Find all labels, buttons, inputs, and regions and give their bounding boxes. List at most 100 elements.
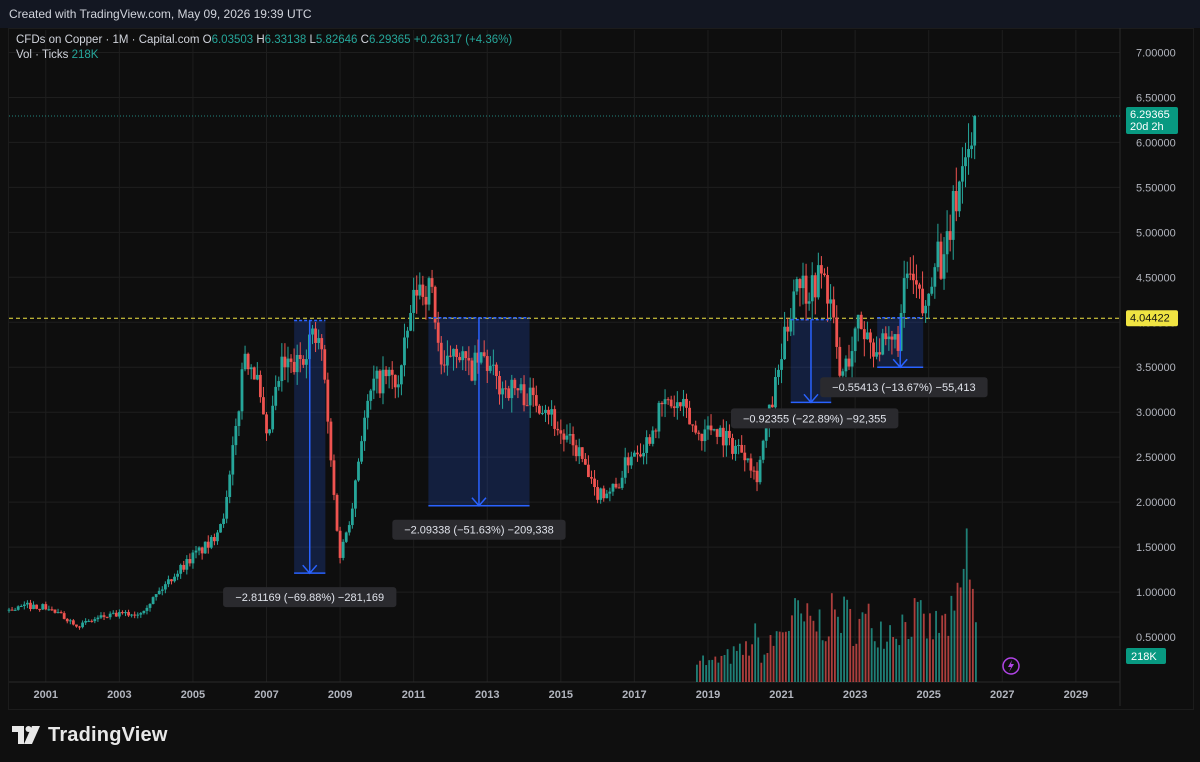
candle-body: [338, 530, 342, 558]
candle-body: [611, 483, 615, 492]
volume-bar: [791, 615, 793, 682]
volume-bar: [919, 600, 922, 682]
grid-lines: [9, 30, 1120, 682]
candle-body: [893, 334, 897, 340]
candle-body: [746, 458, 750, 461]
candle-body: [65, 618, 69, 622]
candle-body: [130, 614, 134, 616]
candle-body: [258, 374, 262, 398]
candle-body: [936, 241, 940, 268]
countdown-badge-text: 20d 2h: [1130, 121, 1164, 133]
candle-body: [121, 612, 124, 614]
candle-body: [544, 409, 547, 413]
volume-bar: [867, 603, 870, 682]
candle-body: [381, 369, 385, 394]
candle-body: [666, 399, 670, 401]
chart-svg[interactable]: 0.50000 1.00000 1.50000 2.00000 2.50000 3.000…: [0, 0, 1200, 762]
tradingview-brand[interactable]: TradingView: [12, 722, 168, 748]
candle-body: [53, 609, 57, 613]
candle-body: [154, 594, 158, 598]
candle-body: [967, 149, 970, 158]
candle-body: [942, 254, 946, 279]
candle-body: [755, 470, 759, 483]
volume-bar: [852, 645, 855, 682]
candle-body: [869, 332, 872, 343]
volume-bar: [889, 625, 891, 682]
candle-body: [495, 364, 498, 377]
volume-bar: [935, 610, 937, 682]
candle-body: [528, 387, 532, 406]
candle-body: [482, 352, 486, 357]
candle-body: [645, 437, 649, 453]
candle-body: [856, 314, 860, 329]
candle-body: [81, 622, 84, 628]
candle-body: [35, 604, 38, 609]
candle-body: [75, 624, 78, 627]
y-tick-label: 2.00000: [1136, 497, 1176, 509]
volume-bar: [720, 655, 723, 682]
candle-body: [519, 384, 523, 391]
candle-body: [84, 621, 88, 623]
x-tick-label: 2009: [328, 689, 352, 701]
candle-body: [715, 429, 719, 437]
volume-bar: [788, 630, 790, 682]
candle-body: [896, 334, 900, 351]
candle-body: [878, 352, 882, 355]
volume-bar: [735, 650, 738, 682]
candle-body: [406, 330, 409, 338]
candle-body: [657, 402, 661, 432]
volume-bar: [953, 610, 956, 682]
legend-change: +0.26317 (+4.36%): [413, 34, 513, 46]
candle-body: [654, 430, 658, 432]
candle-body: [139, 613, 143, 615]
candle-body: [289, 358, 293, 362]
volume-bar: [910, 636, 913, 682]
candle-body: [22, 604, 26, 607]
volume-bar: [950, 595, 953, 682]
y-tick-label: 1.00000: [1136, 587, 1176, 599]
volume-bar: [757, 637, 760, 682]
candle-body: [669, 399, 673, 407]
candle-body: [105, 616, 109, 618]
candle-body: [798, 279, 802, 289]
candle-body: [479, 352, 483, 363]
candle-body: [87, 620, 91, 622]
candle-body: [608, 491, 612, 494]
candle-body: [761, 440, 765, 460]
candle-body: [752, 470, 756, 472]
candle-body: [838, 346, 842, 376]
x-tick-label: 2013: [475, 689, 499, 701]
volume-bar: [729, 663, 732, 682]
candle-body: [209, 537, 213, 548]
candle-body: [400, 365, 403, 385]
candle-body: [915, 280, 918, 285]
level-price-badge-text: 4.04422: [1130, 312, 1170, 324]
candle-body: [918, 284, 921, 289]
measurement-boxes: [294, 317, 924, 574]
tradingview-logo-icon: [12, 726, 40, 744]
candle-body: [605, 493, 609, 499]
candle-body: [387, 369, 391, 377]
candle-body: [71, 620, 75, 625]
legend-row-volume: Vol · Ticks 218K: [16, 48, 512, 63]
candle-body: [783, 326, 787, 360]
volume-bar: [956, 582, 959, 682]
candle-body: [663, 399, 667, 405]
volume-bar: [818, 609, 821, 682]
candle-body: [176, 573, 180, 577]
candle-body: [436, 322, 440, 343]
candle-body: [234, 426, 238, 446]
candle-body: [829, 299, 833, 304]
candle-body: [200, 547, 204, 554]
x-tick-label: 2005: [181, 689, 205, 701]
candle-body: [823, 273, 826, 276]
volume-bar: [833, 609, 836, 682]
candle-body: [182, 564, 186, 570]
candle-body: [458, 357, 462, 361]
candle-body: [213, 537, 216, 542]
volume-bar: [849, 608, 852, 682]
volume-bar: [772, 645, 775, 682]
x-tick-label: 2007: [254, 689, 278, 701]
candle-body: [301, 359, 305, 365]
candle-body: [924, 305, 928, 314]
